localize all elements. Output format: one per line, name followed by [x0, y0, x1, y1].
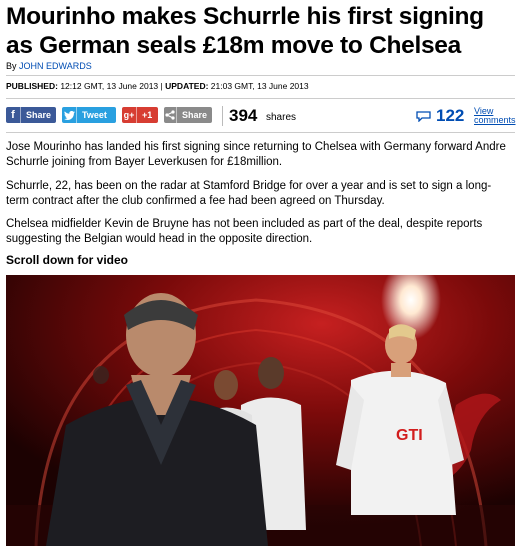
facebook-icon: f — [6, 107, 21, 123]
view-comments-link[interactable]: View comments — [474, 107, 516, 125]
byline-prefix: By — [6, 61, 17, 71]
generic-share-label: Share — [181, 110, 207, 120]
author-link[interactable]: JOHN EDWARDS — [19, 61, 92, 71]
comment-bubble-icon[interactable] — [416, 109, 431, 123]
googleplus-label: +1 — [142, 110, 153, 120]
updated-value: 21:03 GMT, 13 June 2013 — [210, 81, 309, 91]
googleplus-button[interactable]: g+ +1 — [122, 107, 158, 123]
comment-count[interactable]: 122 — [436, 106, 464, 126]
googleplus-icon: g+ — [122, 107, 137, 123]
twitter-icon — [62, 107, 77, 123]
view-comments-line2: comments — [474, 115, 516, 125]
article-paragraph: Jose Mourinho has landed his first signi… — [6, 141, 506, 168]
twitter-tweet-button[interactable]: Tweet — [62, 107, 116, 123]
updated-label: UPDATED: — [165, 81, 209, 91]
article-photo: GTI — [6, 275, 515, 546]
share-bar: f Share Tweet g+ +1 Share 394 shares 122… — [6, 106, 516, 126]
shares-label: shares — [266, 112, 297, 123]
share-icon — [164, 107, 177, 123]
share-count-divider — [222, 106, 223, 126]
shirt-sponsor: GTI — [396, 427, 423, 444]
article-paragraph: Schurrle, 22, has been on the radar at S… — [6, 180, 492, 207]
byline: By JOHN EDWARDS — [6, 61, 92, 71]
publish-dates: PUBLISHED: 12:12 GMT, 13 June 2013 | UPD… — [6, 81, 309, 91]
facebook-share-label: Share — [25, 110, 51, 120]
facebook-share-button[interactable]: f Share — [6, 107, 56, 123]
date-separator: | — [160, 81, 163, 91]
generic-share-button[interactable]: Share — [164, 107, 212, 123]
published-value: 12:12 GMT, 13 June 2013 — [60, 81, 159, 91]
divider — [6, 75, 515, 76]
video-heading: Scroll down for video — [6, 253, 129, 267]
twitter-tweet-label: Tweet — [82, 110, 107, 120]
article-paragraph: Chelsea midfielder Kevin de Bruyne has n… — [6, 218, 483, 245]
article-headline: Mourinho makes Schurrle his first signin… — [6, 3, 484, 59]
published-label: PUBLISHED: — [6, 81, 58, 91]
divider — [6, 132, 515, 133]
divider — [6, 98, 515, 99]
share-count: 394 — [229, 106, 258, 125]
